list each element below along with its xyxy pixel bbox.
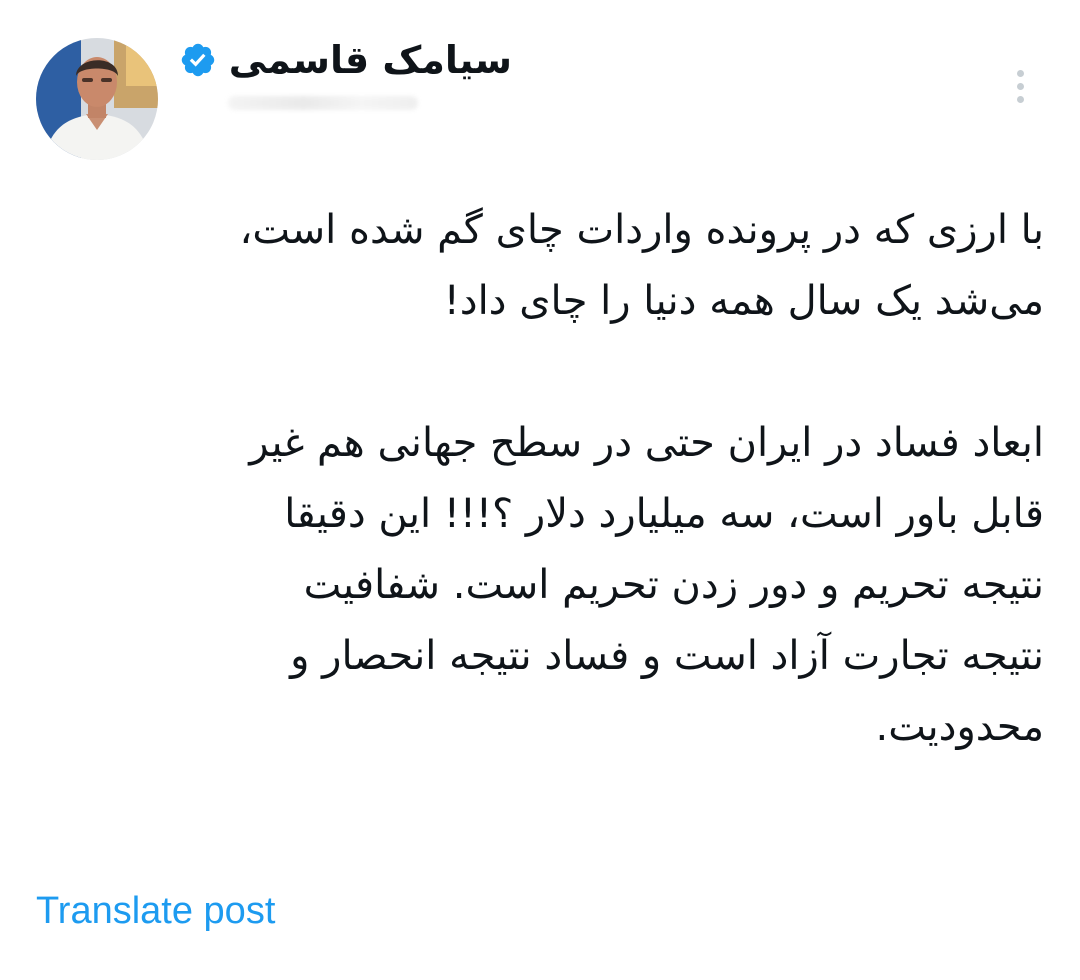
post-text: با ارزی که در پرونده واردات چای گم شده ا… bbox=[30, 195, 1044, 763]
more-vertical-icon bbox=[1016, 69, 1024, 77]
post-header: سیامک قاسمی bbox=[0, 0, 1080, 170]
avatar-photo bbox=[36, 38, 158, 160]
avatar[interactable] bbox=[36, 38, 158, 160]
author-block: سیامک قاسمی bbox=[179, 38, 512, 82]
post-paragraph-2: ابعاد فساد در ایران حتی در سطح جهانی هم … bbox=[249, 420, 1044, 750]
post-paragraph-1: با ارزی که در پرونده واردات چای گم شده ا… bbox=[239, 207, 1044, 324]
author-handle-blurred[interactable] bbox=[228, 96, 418, 110]
more-options-button[interactable] bbox=[1004, 60, 1036, 112]
translate-post-link[interactable]: Translate post bbox=[36, 890, 275, 933]
verified-badge-icon bbox=[181, 43, 214, 77]
author-name[interactable]: سیامک قاسمی bbox=[229, 38, 512, 82]
